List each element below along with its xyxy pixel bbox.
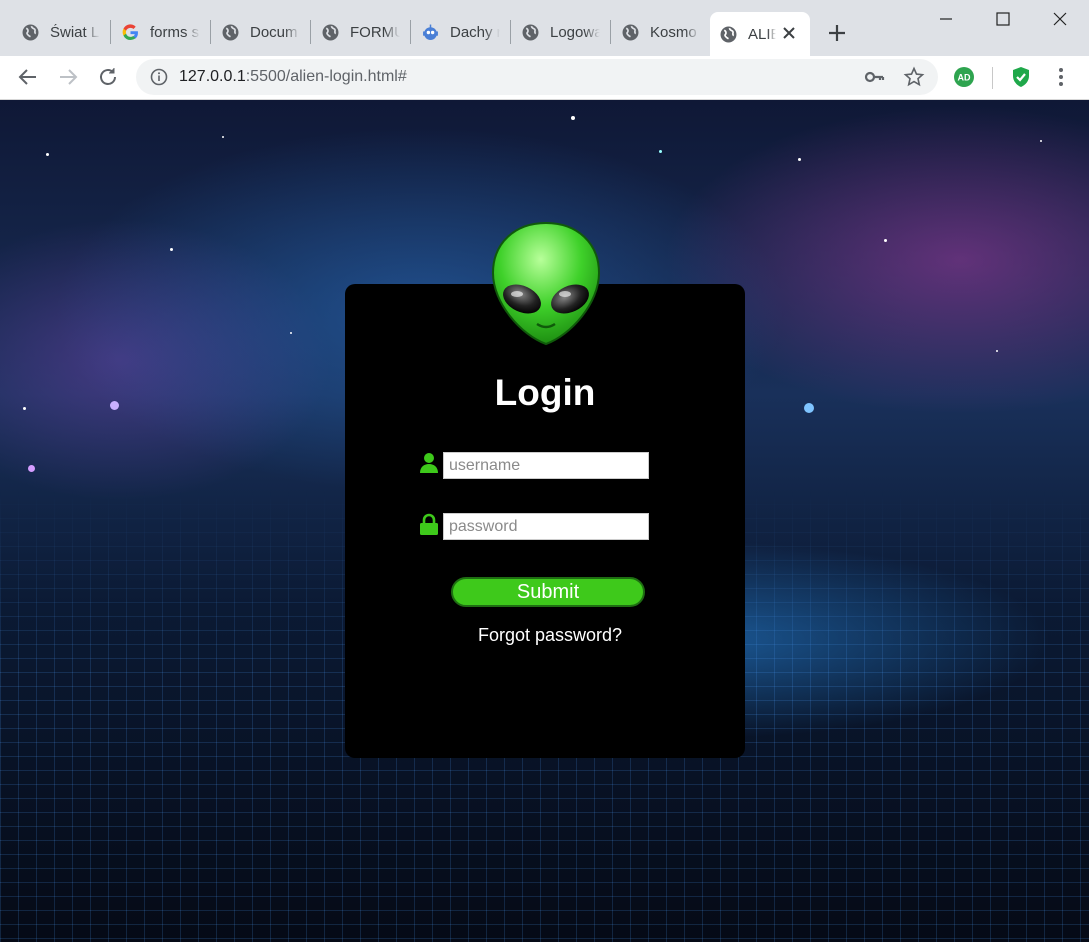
tab-forms[interactable]: forms s xyxy=(100,12,200,52)
site-info-icon[interactable] xyxy=(148,66,170,88)
back-arrow-icon[interactable] xyxy=(16,65,40,89)
tab-formularz[interactable]: FORMU xyxy=(300,12,400,52)
star xyxy=(28,465,35,472)
tab-title: Świat LI xyxy=(50,23,100,41)
forward-arrow-icon[interactable] xyxy=(56,65,80,89)
tab-title: forms s xyxy=(150,23,200,41)
adguard-extension-icon[interactable]: AD xyxy=(952,65,976,89)
close-window-icon[interactable] xyxy=(1049,8,1071,30)
alien-head-logo xyxy=(490,221,602,347)
submit-button[interactable]: Submit xyxy=(451,577,645,607)
star xyxy=(1040,140,1042,142)
menu-kebab-icon[interactable] xyxy=(1049,65,1073,89)
tab-logowanie[interactable]: Logowa xyxy=(500,12,600,52)
bookmark-star-icon[interactable] xyxy=(903,66,925,88)
key-icon[interactable] xyxy=(863,66,885,88)
tab-documents[interactable]: Docum xyxy=(200,12,300,52)
tab-dachy[interactable]: Dachy r xyxy=(400,12,500,52)
star xyxy=(804,403,814,413)
star xyxy=(571,116,575,120)
browser-toolbar: 127.0.0.1:5500/alien-login.html# AD xyxy=(0,56,1089,100)
star xyxy=(290,332,292,334)
tab-swiat[interactable]: Świat LI xyxy=(0,12,100,52)
new-tab-plus-icon[interactable] xyxy=(826,22,848,44)
shield-extension-icon[interactable] xyxy=(1009,65,1033,89)
globe-icon xyxy=(622,24,639,41)
toolbar-divider xyxy=(992,67,993,89)
star xyxy=(170,248,173,251)
close-tab-icon[interactable] xyxy=(780,24,798,42)
forgot-password-link[interactable]: Forgot password? xyxy=(345,625,755,646)
tab-kosmos[interactable]: Kosmo xyxy=(600,12,700,52)
tab-title: Docum xyxy=(250,23,298,41)
star xyxy=(798,158,801,161)
tab-title: FORMU xyxy=(350,23,400,41)
minimize-icon[interactable] xyxy=(935,8,957,30)
username-input[interactable] xyxy=(443,452,649,479)
star xyxy=(996,350,998,352)
globe-icon xyxy=(22,24,39,41)
url-host: 127.0.0.1 xyxy=(179,68,246,85)
svg-text:AD: AD xyxy=(958,73,971,83)
globe-icon xyxy=(222,24,239,41)
star xyxy=(659,150,662,153)
star xyxy=(110,401,119,410)
url-text: 127.0.0.1:5500/alien-login.html# xyxy=(179,68,407,86)
globe-icon xyxy=(522,24,539,41)
tab-title: Dachy r xyxy=(450,23,500,41)
star xyxy=(222,136,224,138)
globe-icon xyxy=(720,26,737,43)
tab-title: Logowa xyxy=(550,23,600,41)
reload-icon[interactable] xyxy=(96,65,120,89)
tab-title: ALIE xyxy=(748,25,776,43)
maximize-icon[interactable] xyxy=(992,8,1014,30)
robot-icon xyxy=(422,24,439,41)
password-input[interactable] xyxy=(443,513,649,540)
address-bar[interactable]: 127.0.0.1:5500/alien-login.html# xyxy=(136,59,938,95)
url-path: :5500/alien-login.html# xyxy=(245,68,407,85)
google-icon xyxy=(122,23,139,41)
globe-icon xyxy=(322,24,339,41)
tab-title: Kosmo xyxy=(650,23,697,41)
star xyxy=(884,239,887,242)
user-icon xyxy=(419,452,439,474)
tab-alien-active[interactable]: ALIE xyxy=(710,12,810,56)
lock-icon xyxy=(419,513,439,535)
login-title: Login xyxy=(494,372,596,413)
star xyxy=(46,153,49,156)
star xyxy=(23,407,26,410)
tab-strip: Świat LI forms s Docum FORMU Dachy r Log… xyxy=(0,0,1089,56)
